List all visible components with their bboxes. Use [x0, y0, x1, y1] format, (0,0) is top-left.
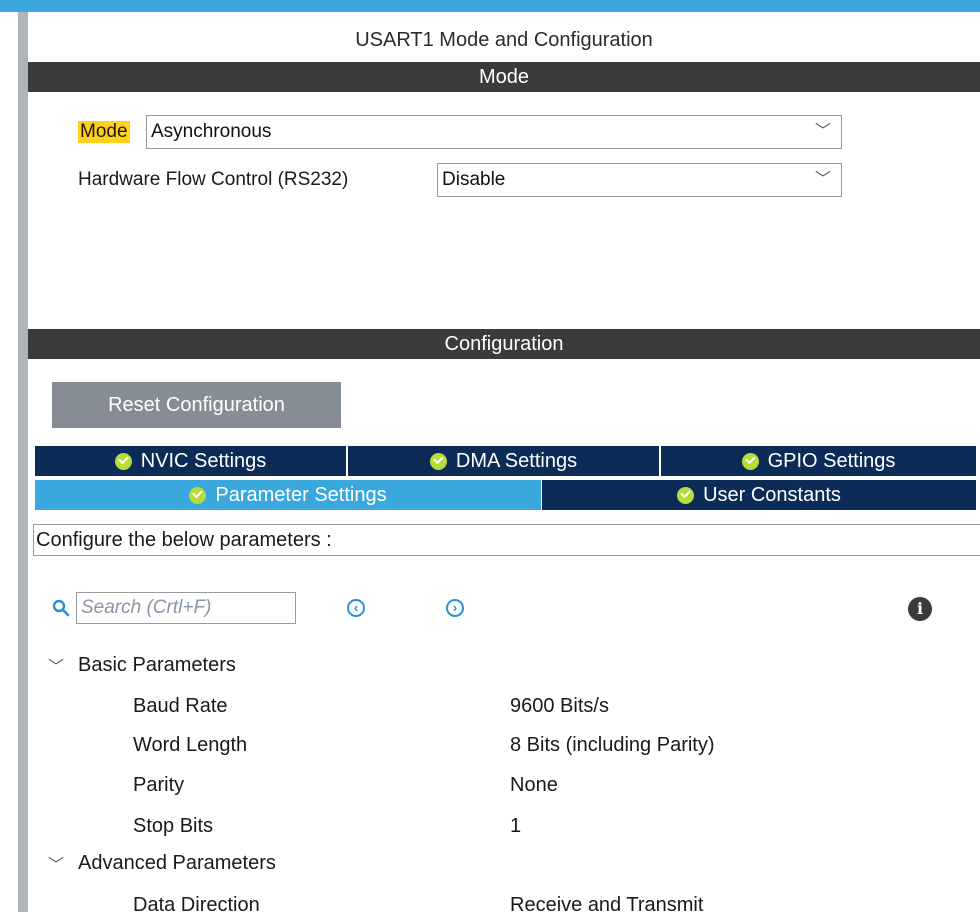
group-advanced-parameters[interactable]: ﹀ Advanced Parameters	[48, 846, 276, 880]
tab-label: Parameter Settings	[215, 484, 387, 506]
param-value[interactable]: 1	[510, 809, 521, 843]
param-value[interactable]: Receive and Transmit	[510, 888, 703, 922]
tab-gpio-settings[interactable]: GPIO Settings	[661, 446, 976, 476]
next-icon[interactable]: ›	[446, 599, 464, 617]
tab-user-constants[interactable]: User Constants	[542, 480, 976, 510]
tab-parameter-settings[interactable]: Parameter Settings	[35, 480, 541, 510]
check-circle-icon	[677, 486, 695, 504]
group-label: Basic Parameters	[78, 653, 236, 676]
param-name: Word Length	[133, 734, 248, 756]
info-icon[interactable]: i	[908, 597, 932, 621]
check-circle-icon	[429, 452, 447, 470]
group-basic-parameters[interactable]: ﹀ Basic Parameters	[48, 648, 236, 682]
chevron-down-icon: ﹀	[48, 857, 65, 874]
hw-flow-row: Hardware Flow Control (RS232)	[78, 163, 348, 197]
tab-label: User Constants	[703, 484, 841, 506]
tab-label: NVIC Settings	[140, 450, 267, 472]
parameters-description: Configure the below parameters :	[33, 524, 980, 556]
reset-configuration-button[interactable]: Reset Configuration	[52, 382, 341, 428]
param-value[interactable]: 8 Bits (including Parity)	[510, 728, 715, 762]
configuration-section-header: Configuration	[28, 329, 980, 359]
param-name: Data Direction	[133, 894, 260, 916]
page-title: USART1 Mode and Configuration	[355, 29, 653, 51]
search-input[interactable]: Search (Crtl+F)	[76, 592, 296, 624]
hw-flow-label: Hardware Flow Control (RS232)	[78, 169, 349, 190]
param-value[interactable]: 9600 Bits/s	[510, 689, 609, 723]
hw-flow-select-value: Disable	[442, 169, 506, 190]
window-top-accent	[0, 0, 980, 12]
check-circle-icon	[741, 452, 759, 470]
param-name: Parity	[133, 774, 185, 796]
tab-label: DMA Settings	[455, 450, 578, 472]
mode-section-header: Mode	[28, 62, 980, 92]
check-circle-icon	[189, 486, 207, 504]
chevron-down-icon: ﹀	[48, 659, 65, 676]
search-row: Search (Crtl+F)	[52, 590, 296, 626]
mode-label: Mode	[78, 121, 130, 143]
mode-select-value: Asynchronous	[151, 121, 272, 142]
chevron-down-icon: ﹀	[814, 123, 831, 140]
param-name: Stop Bits	[133, 815, 214, 837]
mode-row: Mode	[78, 115, 130, 149]
mode-select[interactable]: Asynchronous ﹀	[146, 115, 842, 149]
left-panel-rail	[18, 12, 28, 912]
search-icon[interactable]	[52, 599, 70, 617]
param-name: Baud Rate	[133, 695, 228, 717]
chevron-down-icon: ﹀	[814, 171, 831, 188]
tab-nvic-settings[interactable]: NVIC Settings	[35, 446, 346, 476]
check-circle-icon	[114, 452, 132, 470]
param-value[interactable]: None	[510, 768, 558, 802]
hw-flow-select[interactable]: Disable ﹀	[437, 163, 842, 197]
tab-label: GPIO Settings	[767, 450, 896, 472]
group-label: Advanced Parameters	[78, 851, 276, 874]
previous-icon[interactable]: ‹	[347, 599, 365, 617]
tab-dma-settings[interactable]: DMA Settings	[348, 446, 659, 476]
